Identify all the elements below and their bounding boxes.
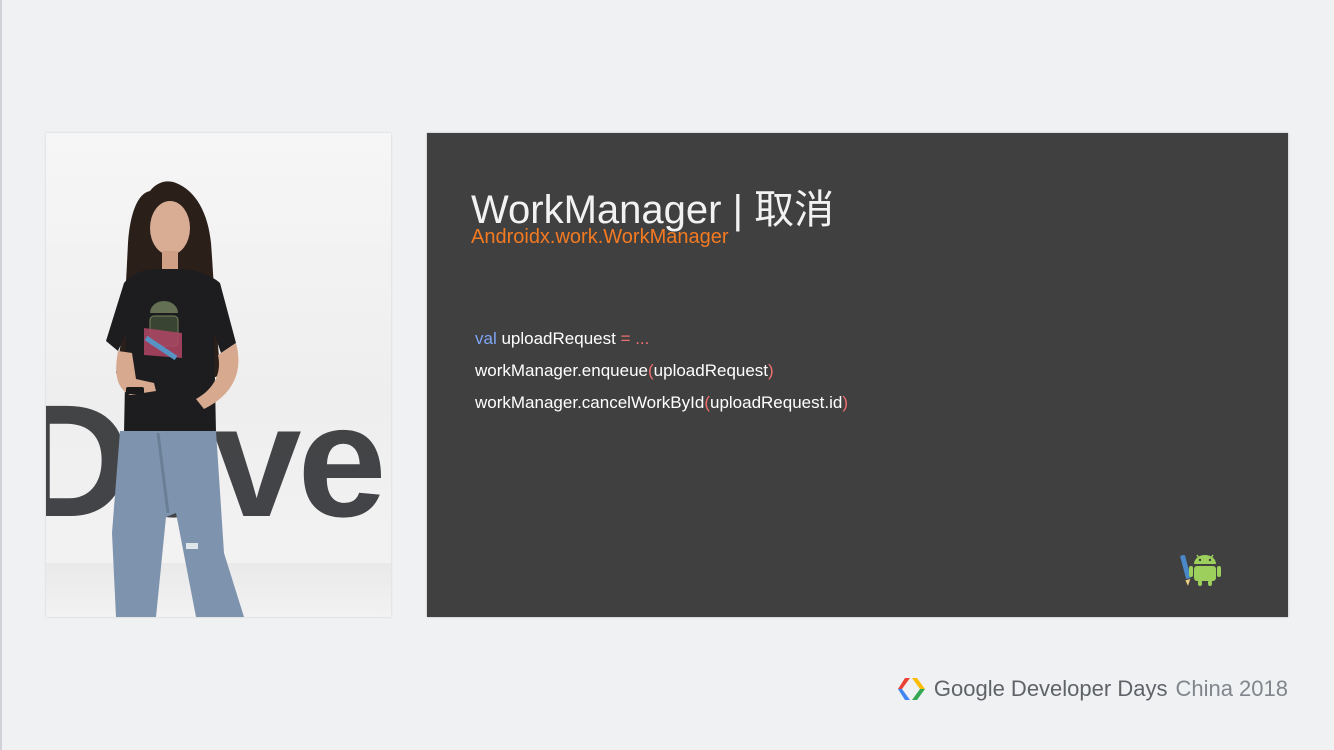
speaker-figure bbox=[106, 181, 244, 617]
event-branding: Google Developer Days China 2018 bbox=[895, 676, 1288, 702]
code-line-2: workManager.enqueue(uploadRequest) bbox=[475, 355, 848, 387]
left-border bbox=[0, 0, 2, 750]
code-argument: uploadRequest.id bbox=[709, 393, 843, 412]
brand-name: Google Developer Days bbox=[933, 676, 1168, 701]
code-identifier: workManager bbox=[475, 393, 578, 412]
code-line-1: val uploadRequest = ... bbox=[475, 323, 848, 355]
android-robot-icon bbox=[1180, 554, 1221, 586]
code-line-3: workManager.cancelWorkById(uploadRequest… bbox=[475, 387, 848, 419]
code-argument: uploadRequest bbox=[653, 361, 769, 380]
code-identifier: workManager bbox=[475, 361, 578, 380]
conference-stage: Deve bbox=[0, 0, 1334, 750]
code-paren-close: ) bbox=[768, 361, 774, 380]
code-paren-close: ) bbox=[842, 393, 848, 412]
code-method: cancelWorkById bbox=[581, 393, 705, 412]
slide-subtitle: Androidx.work.WorkManager bbox=[471, 226, 729, 248]
brand-edition: China 2018 bbox=[1175, 676, 1288, 701]
code-method: enqueue bbox=[581, 361, 648, 380]
code-block: val uploadRequest = ... workManager.enqu… bbox=[475, 323, 848, 419]
presentation-slide: WorkManager | 取消 Androidx.work.WorkManag… bbox=[427, 133, 1288, 617]
code-operator: = ... bbox=[620, 329, 650, 348]
code-identifier: uploadRequest bbox=[496, 329, 621, 348]
google-developers-chevrons-icon bbox=[897, 678, 925, 700]
speaker-video: Deve bbox=[46, 133, 391, 617]
code-keyword: val bbox=[475, 329, 497, 348]
